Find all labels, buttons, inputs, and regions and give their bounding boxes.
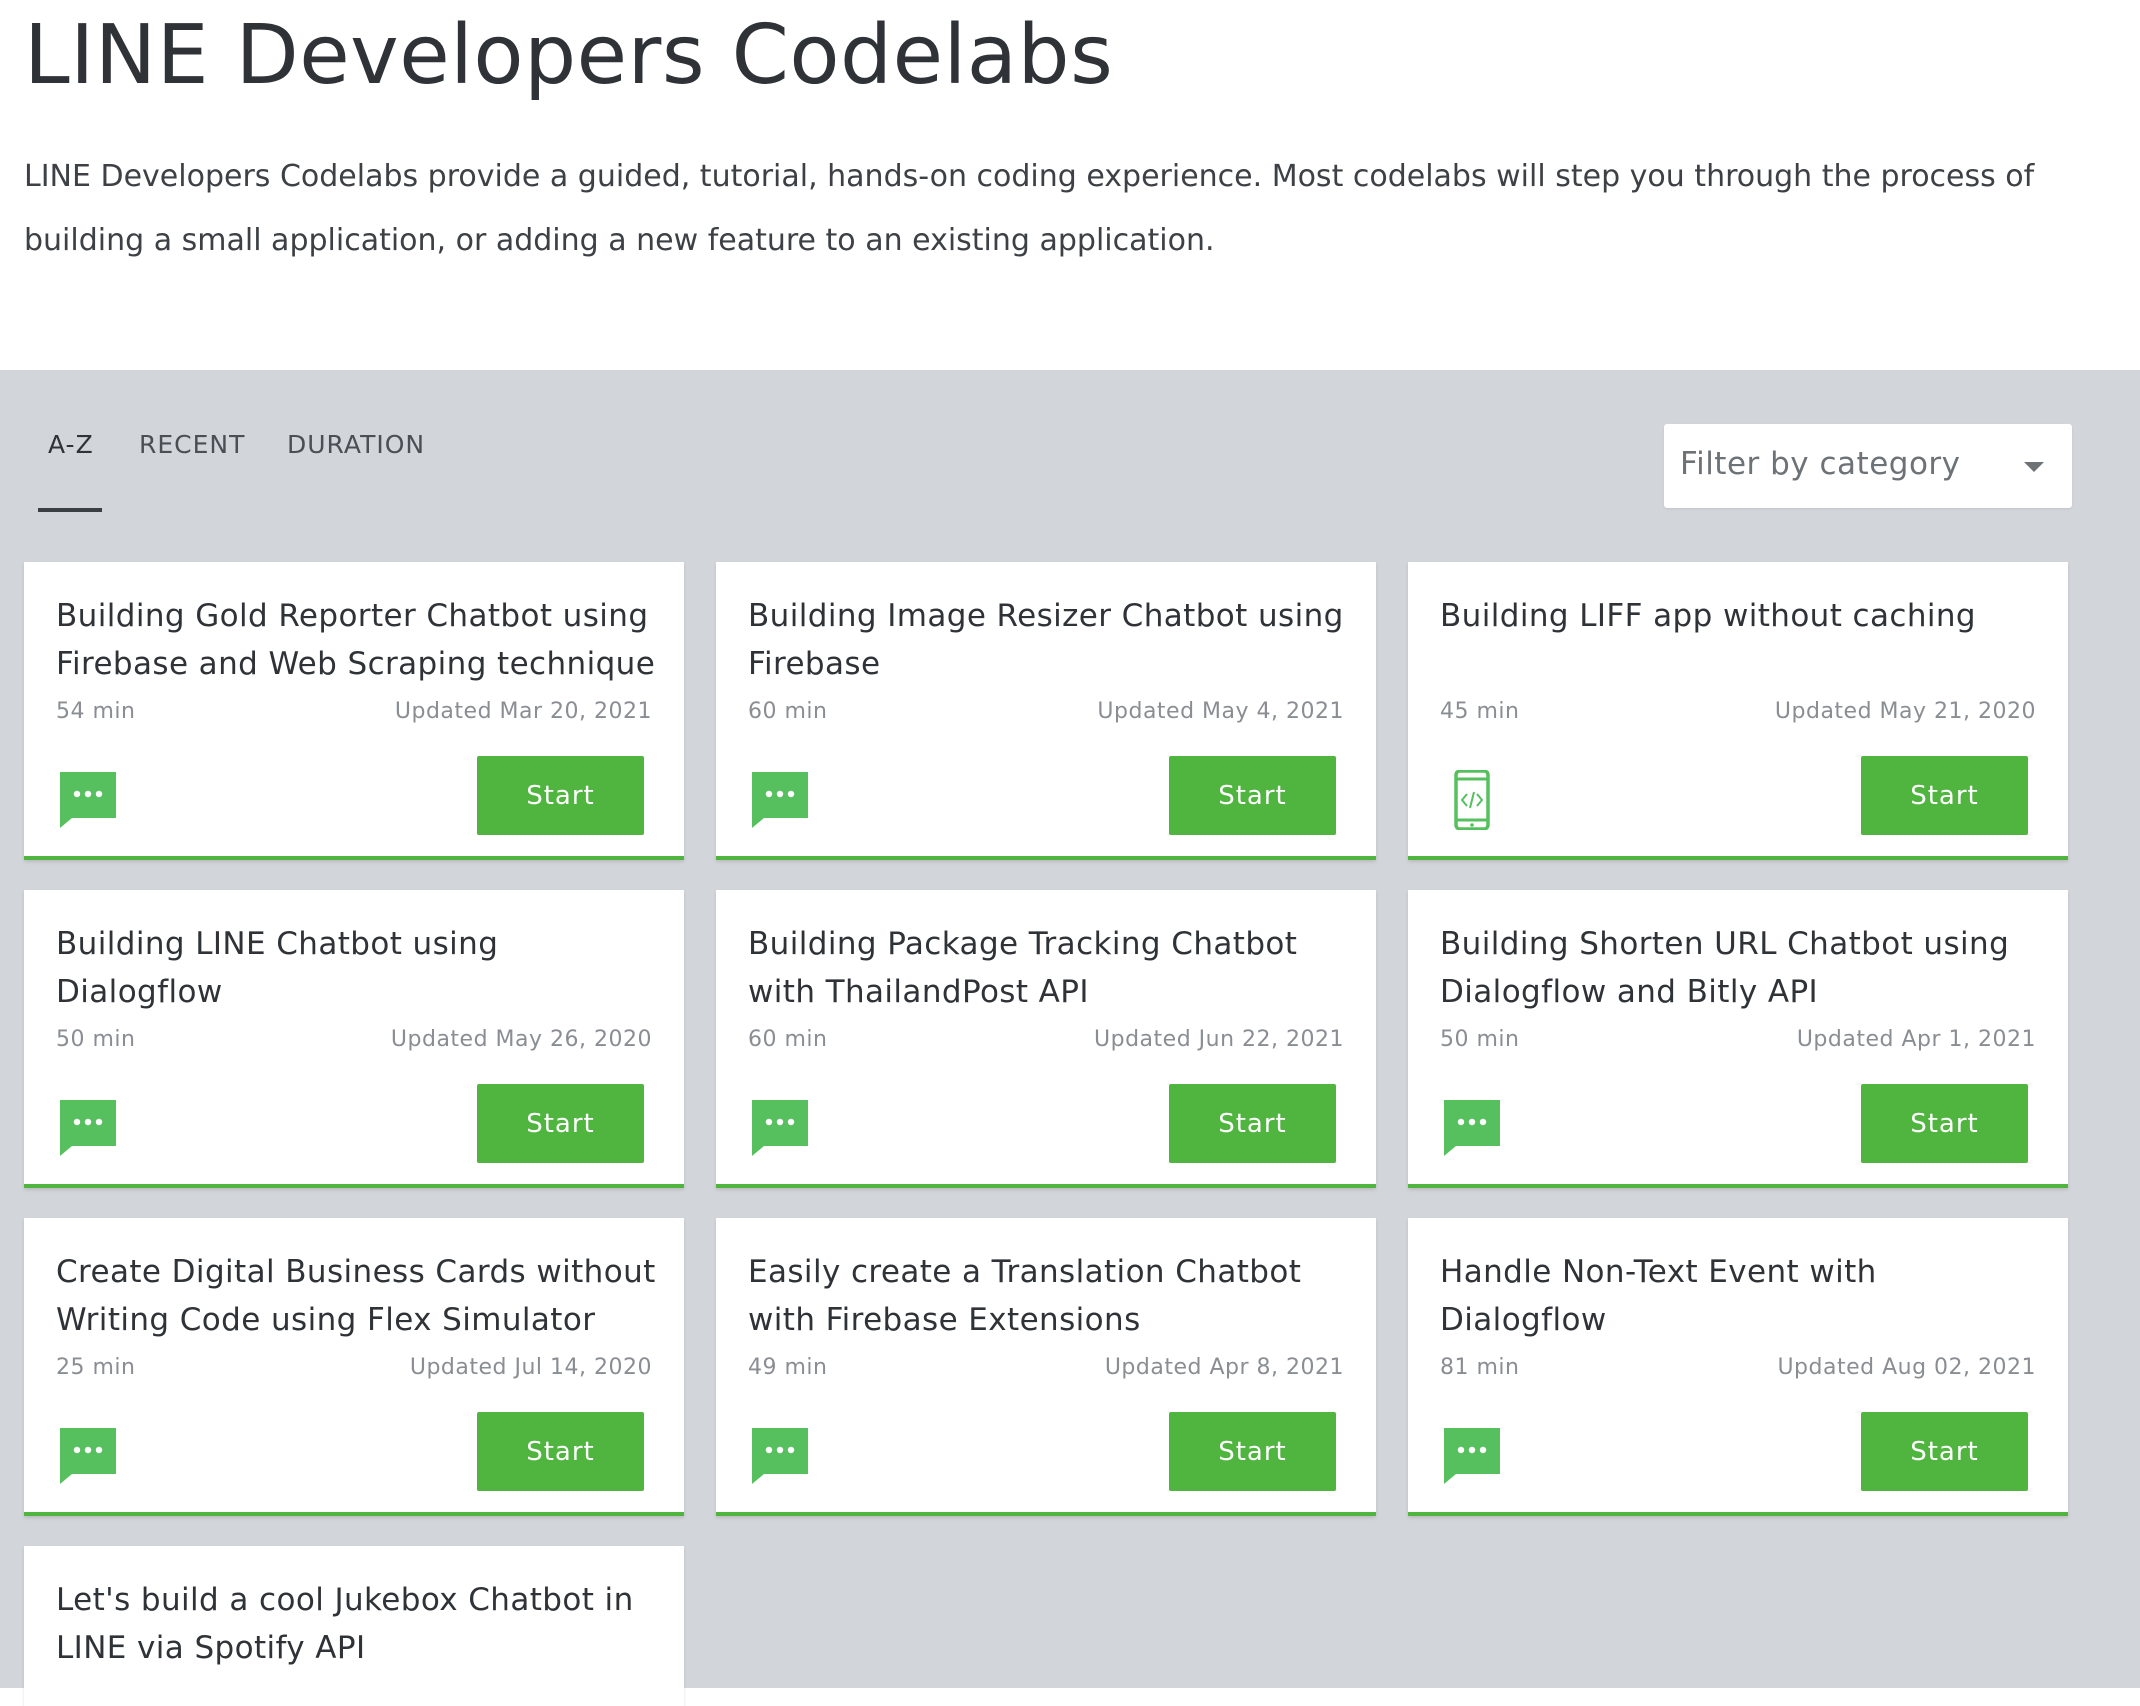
- codelab-updated-date: Updated Mar 20, 2021: [394, 699, 652, 724]
- start-button[interactable]: Start: [477, 756, 644, 835]
- codelab-title[interactable]: Easily create a Translation Chatbot with…: [748, 1248, 1348, 1344]
- chat-icon: [58, 770, 118, 830]
- category-filter-select[interactable]: Filter by category: [1664, 424, 2072, 508]
- codelab-card[interactable]: Easily create a Translation Chatbot with…: [716, 1218, 1376, 1516]
- codelab-duration: 49 min: [748, 1355, 828, 1380]
- codelab-title[interactable]: Building Shorten URL Chatbot using Dialo…: [1440, 920, 2040, 1016]
- start-button[interactable]: Start: [1861, 1412, 2028, 1491]
- chat-icon: [1442, 1098, 1502, 1158]
- codelab-card[interactable]: Handle Non-Text Event with Dialogflow 81 …: [1408, 1218, 2068, 1516]
- codelab-card[interactable]: Let's build a cool Jukebox Chatbot in LI…: [24, 1546, 684, 1706]
- codelab-card[interactable]: Building Gold Reporter Chatbot using Fir…: [24, 562, 684, 860]
- start-button[interactable]: Start: [1861, 1084, 2028, 1163]
- codelab-updated-date: Updated Aug 02, 2021: [1777, 1355, 2036, 1380]
- codelab-title[interactable]: Building LIFF app without caching: [1440, 592, 2040, 640]
- start-button[interactable]: Start: [1169, 1084, 1336, 1163]
- chat-icon: [750, 1098, 810, 1158]
- codelab-duration: 50 min: [1440, 1027, 1520, 1052]
- codelab-card[interactable]: Building LINE Chatbot using Dialogflow 50…: [24, 890, 684, 1188]
- codelab-duration: 25 min: [56, 1355, 136, 1380]
- codelab-title[interactable]: Building Gold Reporter Chatbot using Fir…: [56, 592, 656, 688]
- codelab-title[interactable]: Building LINE Chatbot using Dialogflow: [56, 920, 656, 1016]
- codelab-updated-date: Updated Jun 22, 2021: [1094, 1027, 1344, 1052]
- start-button[interactable]: Start: [477, 1412, 644, 1491]
- codelab-duration: 81 min: [1440, 1355, 1520, 1380]
- chat-icon: [750, 1426, 810, 1486]
- tab-a-z[interactable]: A-Z: [48, 430, 94, 486]
- codelab-updated-date: Updated Jul 14, 2020: [409, 1355, 652, 1380]
- chat-icon: [58, 1098, 118, 1158]
- codelab-duration: 60 min: [748, 1027, 828, 1052]
- codelab-title[interactable]: Create Digital Business Cards without Wr…: [56, 1248, 656, 1344]
- start-button[interactable]: Start: [1169, 1412, 1336, 1491]
- codelab-duration: 45 min: [1440, 699, 1520, 724]
- codelab-duration: 50 min: [56, 1027, 136, 1052]
- codelab-title[interactable]: Let's build a cool Jukebox Chatbot in LI…: [56, 1576, 656, 1672]
- start-button[interactable]: Start: [1169, 756, 1336, 835]
- dropdown-caret-icon: [2024, 462, 2044, 472]
- chat-icon: [58, 1426, 118, 1486]
- codelab-card[interactable]: Building Image Resizer Chatbot using Fir…: [716, 562, 1376, 860]
- codelab-updated-date: Updated Apr 1, 2021: [1796, 1027, 2036, 1052]
- codelab-title[interactable]: Building Image Resizer Chatbot using Fir…: [748, 592, 1348, 688]
- codelab-card[interactable]: Building Package Tracking Chatbot with T…: [716, 890, 1376, 1188]
- chat-icon: [1442, 1426, 1502, 1486]
- chat-icon: [750, 770, 810, 830]
- codelab-duration: 54 min: [56, 699, 136, 724]
- mobile-code-icon: [1442, 769, 1502, 831]
- start-button[interactable]: Start: [477, 1084, 644, 1163]
- tab-recent[interactable]: RECENT: [139, 430, 245, 486]
- active-tab-indicator: [38, 508, 102, 512]
- page-header: LINE Developers Codelabs LINE Developers…: [0, 0, 2140, 370]
- start-button[interactable]: Start: [1861, 756, 2028, 835]
- codelab-updated-date: Updated Apr 8, 2021: [1104, 1355, 1344, 1380]
- codelab-card[interactable]: Building Shorten URL Chatbot using Dialo…: [1408, 890, 2068, 1188]
- codelab-title[interactable]: Building Package Tracking Chatbot with T…: [748, 920, 1348, 1016]
- tab-duration[interactable]: DURATION: [287, 430, 425, 486]
- codelab-updated-date: Updated May 26, 2020: [390, 1027, 652, 1052]
- codelab-updated-date: Updated May 4, 2021: [1097, 699, 1344, 724]
- page-title: LINE Developers Codelabs: [24, 8, 1114, 103]
- codelab-card[interactable]: Building LIFF app without caching 45 min U…: [1408, 562, 2068, 860]
- page-intro: LINE Developers Codelabs provide a guide…: [24, 159, 2035, 258]
- codelab-title[interactable]: Handle Non-Text Event with Dialogflow: [1440, 1248, 2040, 1344]
- codelab-duration: 60 min: [748, 699, 828, 724]
- codelab-list-area: A-Z RECENT DURATION Filter by category B…: [0, 370, 2140, 1706]
- codelab-updated-date: Updated May 21, 2020: [1774, 699, 2036, 724]
- codelab-card[interactable]: Create Digital Business Cards without Wr…: [24, 1218, 684, 1516]
- filter-label: Filter by category: [1680, 446, 1961, 482]
